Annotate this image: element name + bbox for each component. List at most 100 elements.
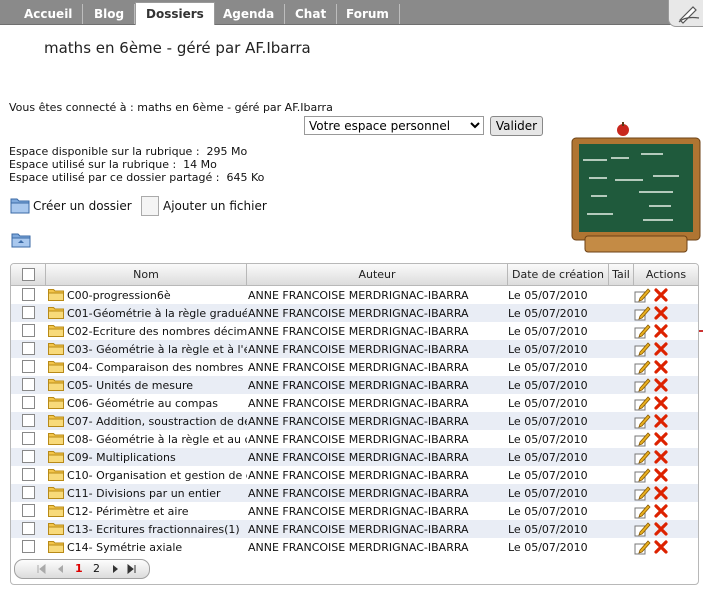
row-checkbox[interactable] xyxy=(22,288,35,301)
row-name[interactable]: C14- Symétrie axiale xyxy=(67,541,247,554)
row-name[interactable]: C10- Organisation et gestion de données xyxy=(67,469,247,482)
edit-icon[interactable] xyxy=(634,485,651,501)
row-name[interactable]: C00-progression6è xyxy=(67,289,247,302)
delete-icon[interactable] xyxy=(654,396,668,410)
delete-icon[interactable] xyxy=(654,504,668,518)
row-name[interactable]: C04- Comparaison des nombres xyxy=(67,361,247,374)
table-row[interactable]: C00-progression6è ANNE FRANCOISE MERDRIGN… xyxy=(11,286,698,304)
row-checkbox[interactable] xyxy=(22,396,35,409)
delete-icon[interactable] xyxy=(654,468,668,482)
delete-icon[interactable] xyxy=(654,324,668,338)
edit-icon[interactable] xyxy=(634,395,651,411)
row-name[interactable]: C06- Géométrie au compas xyxy=(67,397,247,410)
edit-icon[interactable] xyxy=(634,413,651,429)
table-row[interactable]: C06- Géométrie au compas ANNE FRANCOISE M… xyxy=(11,394,698,412)
row-checkbox[interactable] xyxy=(22,342,35,355)
nav-tab-accueil[interactable]: Accueil xyxy=(14,4,84,24)
delete-icon[interactable] xyxy=(654,288,668,302)
row-name[interactable]: C05- Unités de mesure xyxy=(67,379,247,392)
delete-icon[interactable] xyxy=(654,378,668,392)
table-row[interactable]: C05- Unités de mesure ANNE FRANCOISE MERD… xyxy=(11,376,698,394)
table-row[interactable]: C03- Géométrie à la règle et à l'équerre… xyxy=(11,340,698,358)
row-checkbox[interactable] xyxy=(22,324,35,337)
table-row[interactable]: C08- Géométrie à la règle et au compasAN… xyxy=(11,430,698,448)
delete-icon[interactable] xyxy=(654,360,668,374)
last-page-icon[interactable] xyxy=(127,564,137,574)
table-row[interactable]: C07- Addition, soustraction de décimauxA… xyxy=(11,412,698,430)
page-number-current[interactable]: 1 xyxy=(75,562,83,576)
delete-icon[interactable] xyxy=(654,306,668,320)
edit-icon[interactable] xyxy=(634,359,651,375)
table-row[interactable]: C02-Ecriture des nombres décimauxANNE FR… xyxy=(11,322,698,340)
delete-icon[interactable] xyxy=(654,432,668,446)
table-row[interactable]: C13- Ecritures fractionnaires(1) ANNE FRA… xyxy=(11,520,698,538)
edit-icon[interactable] xyxy=(634,377,651,393)
delete-icon[interactable] xyxy=(654,540,668,554)
delete-icon[interactable] xyxy=(654,414,668,428)
nav-tab-chat[interactable]: Chat xyxy=(285,4,338,24)
row-name[interactable]: C13- Ecritures fractionnaires(1) xyxy=(67,523,247,536)
edit-icon[interactable] xyxy=(634,539,651,555)
row-name[interactable]: C02-Ecriture des nombres décimaux xyxy=(67,325,247,338)
delete-icon[interactable] xyxy=(654,486,668,500)
edit-icon[interactable] xyxy=(634,341,651,357)
blue-folder-icon[interactable] xyxy=(10,196,30,214)
row-checkbox[interactable] xyxy=(22,540,35,553)
row-name[interactable]: C11- Divisions par un entier xyxy=(67,487,247,500)
page-number[interactable]: 2 xyxy=(93,562,100,576)
header-author[interactable]: Auteur xyxy=(247,264,508,285)
delete-icon[interactable] xyxy=(654,342,668,356)
edit-icon[interactable] xyxy=(634,449,651,465)
row-checkbox[interactable] xyxy=(22,360,35,373)
create-folder-link[interactable]: Créer un dossier xyxy=(33,196,132,216)
blank-file-icon[interactable] xyxy=(141,196,159,216)
add-file-link[interactable]: Ajouter un fichier xyxy=(163,196,267,216)
row-name[interactable]: C08- Géométrie à la règle et au compas xyxy=(67,433,247,446)
table-row[interactable]: C12- Périmètre et aire ANNE FRANCOISE MER… xyxy=(11,502,698,520)
row-name[interactable]: C03- Géométrie à la règle et à l'équerre xyxy=(67,343,247,356)
select-all-checkbox[interactable] xyxy=(22,268,35,281)
parent-folder-icon[interactable] xyxy=(11,231,31,248)
row-checkbox[interactable] xyxy=(22,468,35,481)
edit-icon[interactable] xyxy=(634,287,651,303)
valider-button[interactable]: Valider xyxy=(490,116,543,136)
edit-icon[interactable] xyxy=(634,431,651,447)
edit-icon[interactable] xyxy=(634,323,651,339)
row-checkbox[interactable] xyxy=(22,432,35,445)
row-checkbox[interactable] xyxy=(22,414,35,427)
nav-tab-agenda[interactable]: Agenda xyxy=(213,4,286,24)
row-checkbox[interactable] xyxy=(22,522,35,535)
first-page-icon[interactable] xyxy=(36,564,46,574)
space-select[interactable]: Votre espace personnel xyxy=(304,116,484,135)
delete-icon[interactable] xyxy=(654,522,668,536)
row-checkbox[interactable] xyxy=(22,486,35,499)
header-select-all[interactable] xyxy=(11,264,46,285)
header-size[interactable]: Tail xyxy=(609,264,634,285)
edit-icon[interactable] xyxy=(634,521,651,537)
row-checkbox[interactable] xyxy=(22,504,35,517)
edit-corner-icon[interactable] xyxy=(668,0,703,27)
prev-page-icon[interactable] xyxy=(55,564,65,574)
table-row[interactable]: C04- Comparaison des nombres ANNE FRANCOI… xyxy=(11,358,698,376)
nav-tab-dossiers[interactable]: Dossiers xyxy=(135,2,215,25)
table-row[interactable]: C14- Symétrie axiale ANNE FRANCOISE MERDR… xyxy=(11,538,698,556)
nav-tab-forum[interactable]: Forum xyxy=(336,4,400,24)
row-name[interactable]: C09- Multiplications xyxy=(67,451,247,464)
row-checkbox[interactable] xyxy=(22,378,35,391)
edit-icon[interactable] xyxy=(634,503,651,519)
nav-tab-blog[interactable]: Blog xyxy=(84,4,136,24)
row-name[interactable]: C01-Géométrie à la règle graduée xyxy=(67,307,247,320)
header-date[interactable]: Date de création xyxy=(508,264,609,285)
table-row[interactable]: C10- Organisation et gestion de donnéesA… xyxy=(11,466,698,484)
row-checkbox[interactable] xyxy=(22,306,35,319)
delete-icon[interactable] xyxy=(654,450,668,464)
header-name[interactable]: Nom xyxy=(46,264,247,285)
table-row[interactable]: C09- Multiplications ANNE FRANCOISE MERDR… xyxy=(11,448,698,466)
edit-icon[interactable] xyxy=(634,467,651,483)
next-page-icon[interactable] xyxy=(111,564,121,574)
table-row[interactable]: C11- Divisions par un entier ANNE FRANCOI… xyxy=(11,484,698,502)
row-checkbox[interactable] xyxy=(22,450,35,463)
edit-icon[interactable] xyxy=(634,305,651,321)
row-name[interactable]: C12- Périmètre et aire xyxy=(67,505,247,518)
row-name[interactable]: C07- Addition, soustraction de décimaux xyxy=(67,415,247,428)
